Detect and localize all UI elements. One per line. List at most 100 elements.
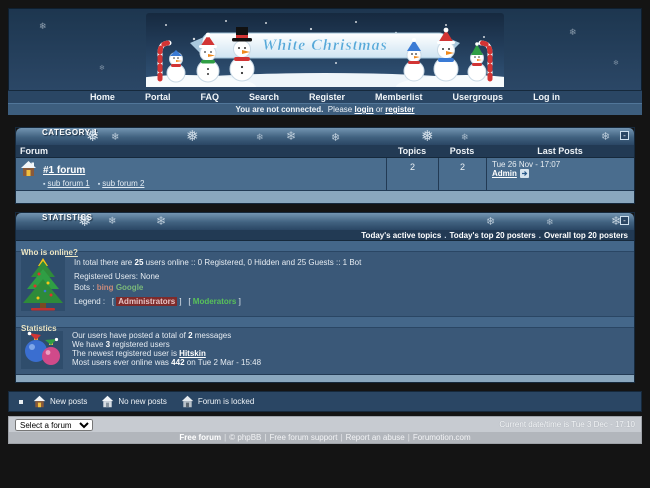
nav-faq[interactable]: FAQ: [200, 92, 219, 102]
category-panel: Category 1 ❅ ❄ ❅ ❄ ❄ ❄ ❅ ❄ ❄ - Forum Top…: [15, 127, 635, 204]
snowflake-icon: ❄: [331, 131, 340, 144]
collapse-category-button[interactable]: -: [620, 131, 629, 140]
status-please: Please: [328, 105, 352, 114]
snowflake-icon: ❄: [601, 130, 610, 143]
statistics-panel: Statistics ❅ ❄ ❄ ❄ ❄ ❄ - Today's active …: [15, 212, 635, 383]
most-online-line: Most users ever online was 442 on Tue 2 …: [72, 358, 261, 367]
subforum-2-link[interactable]: sub forum 2: [102, 179, 144, 188]
forum-locked-house-icon: [181, 395, 194, 408]
collapse-statistics-button[interactable]: -: [620, 216, 629, 225]
newest-user-line: The newest registered user is Hitskin: [72, 349, 261, 358]
link-separator: .: [539, 231, 541, 240]
footer: Select a forum Current date/time is Tue …: [8, 416, 642, 444]
forum-row: #1 forum ▪sub forum 1 ▪sub forum 2 2 2 T…: [16, 158, 634, 190]
nav-home[interactable]: Home: [90, 92, 115, 102]
connection-status-bar: You are not connected. Please login or r…: [8, 103, 642, 115]
category-header: Category 1 ❅ ❄ ❅ ❄ ❄ ❄ ❅ ❄ ❄ -: [16, 128, 634, 145]
forum-status-house-icon: [20, 160, 37, 177]
category-title: Category 1: [42, 129, 102, 137]
bot-link[interactable]: Google: [116, 283, 144, 292]
big-snowflake-icon: ❅: [186, 128, 199, 145]
banner-title: White Christmas: [262, 37, 388, 54]
newest-user-link[interactable]: Hitskin: [179, 349, 206, 358]
christmas-tree-icon: [21, 255, 65, 311]
nav-login[interactable]: Log in: [533, 92, 560, 102]
todays-active-topics-link[interactable]: Today's active topics: [361, 231, 441, 240]
legend-new-posts: New posts: [33, 395, 87, 408]
forum-table-header: Forum Topics Posts Last Posts: [16, 145, 634, 158]
column-topics: Topics: [386, 146, 438, 156]
administrators-legend: Administrators: [116, 297, 177, 306]
new-posts-house-icon: [33, 395, 46, 408]
registered-users-line: Registered Users: None: [74, 272, 361, 281]
category-footer-strip: [16, 190, 634, 203]
nav-usergroups[interactable]: Usergroups: [453, 92, 504, 102]
snowflake-icon: ❄: [156, 214, 166, 228]
legend-forum-locked: Forum is locked: [181, 395, 254, 408]
latest-post-arrow-icon[interactable]: [520, 169, 529, 178]
subforum-bullet-icon: ▪: [43, 181, 45, 188]
forum-support-link[interactable]: Free forum support: [269, 433, 337, 442]
topics-count: 2: [386, 158, 438, 190]
bot-link[interactable]: bing: [97, 283, 114, 292]
navbar: Home Portal FAQ Search Register Memberli…: [8, 90, 642, 103]
report-abuse-link[interactable]: Report an abuse: [346, 433, 405, 442]
forumotion-link[interactable]: Forumotion.com: [413, 433, 471, 442]
statistics-footer-strip: [16, 374, 634, 382]
statistics-subheader: Statistics: [16, 317, 634, 328]
column-posts: Posts: [438, 146, 486, 156]
online-total-line: In total there are 25 users online :: 0 …: [74, 258, 361, 267]
bots-line: Bots : bing Google: [74, 283, 361, 292]
subforum-1-link[interactable]: sub forum 1: [47, 179, 89, 188]
snowflake-icon: ❄: [461, 132, 469, 143]
who-is-online-subheader: Who is online?: [16, 241, 634, 252]
posts-count: 2: [438, 158, 486, 190]
last-post-author-link[interactable]: Admin: [492, 169, 517, 178]
statistics-header: Statistics ❅ ❄ ❄ ❄ ❄ ❄ -: [16, 213, 634, 230]
no-new-posts-house-icon: [101, 395, 114, 408]
free-forum-link[interactable]: Free forum: [179, 433, 221, 442]
snowflake-icon: ❄: [99, 64, 105, 72]
nav-portal[interactable]: Portal: [145, 92, 171, 102]
ornaments-icon: [21, 331, 63, 369]
registered-count-line: We have 3 registered users: [72, 340, 261, 349]
snowflake-icon: ❄: [569, 27, 577, 38]
register-link[interactable]: register: [385, 105, 414, 114]
legend-bullet-icon: [19, 400, 23, 404]
legend-line: Legend : [ Administrators ] [ Moderators…: [74, 297, 361, 306]
subforum-1: ▪sub forum 1: [43, 179, 90, 188]
phpbb-link[interactable]: © phpBB: [229, 433, 261, 442]
column-last-posts: Last Posts: [486, 144, 634, 158]
statistics-top-links: Today's active topics.Today's top 20 pos…: [16, 230, 634, 241]
last-post-date: Tue 26 Nov - 17:07: [492, 160, 629, 169]
subforum-bullet-icon: ▪: [98, 181, 100, 188]
forum-jump-select[interactable]: Select a forum: [15, 419, 93, 431]
footer-links: Free forum|© phpBB|Free forum support|Re…: [9, 432, 641, 443]
nav-memberlist[interactable]: Memberlist: [375, 92, 423, 102]
todays-top-posters-link[interactable]: Today's top 20 posters: [450, 231, 536, 240]
big-snowflake-icon: ❅: [421, 128, 434, 145]
who-is-online-box: In total there are 25 users online :: 0 …: [16, 252, 634, 317]
column-forum: Forum: [16, 144, 386, 158]
snowflake-icon: ❄: [111, 132, 119, 143]
nav-register[interactable]: Register: [309, 92, 345, 102]
legend-no-new-posts: No new posts: [101, 395, 166, 408]
snowflake-icon: ❄: [546, 217, 554, 228]
overall-top-posters-link[interactable]: Overall top 20 posters: [544, 231, 628, 240]
statistics-title: Statistics: [42, 214, 122, 222]
forum-link[interactable]: #1 forum: [43, 165, 85, 176]
moderators-legend: Moderators: [193, 297, 237, 306]
snowflake-icon: ❄: [256, 132, 264, 143]
snowflake-icon: ❄: [486, 215, 495, 228]
nav-search[interactable]: Search: [249, 92, 279, 102]
post-legend-band: New posts No new posts Forum is locked: [8, 391, 642, 412]
current-datetime: Current date/time is Tue 3 Dec - 17:10: [499, 420, 635, 429]
header: ❄ ❄ ❄ ❄: [8, 8, 642, 115]
login-link[interactable]: login: [354, 105, 373, 114]
page: ❄ ❄ ❄ ❄: [0, 0, 650, 488]
link-separator: .: [444, 231, 446, 240]
banner-area: ❄ ❄ ❄ ❄: [8, 8, 642, 90]
status-or: or: [376, 105, 383, 114]
christmas-banner-image: White Christmas: [146, 13, 504, 87]
total-messages-line: Our users have posted a total of 2 messa…: [72, 331, 261, 340]
